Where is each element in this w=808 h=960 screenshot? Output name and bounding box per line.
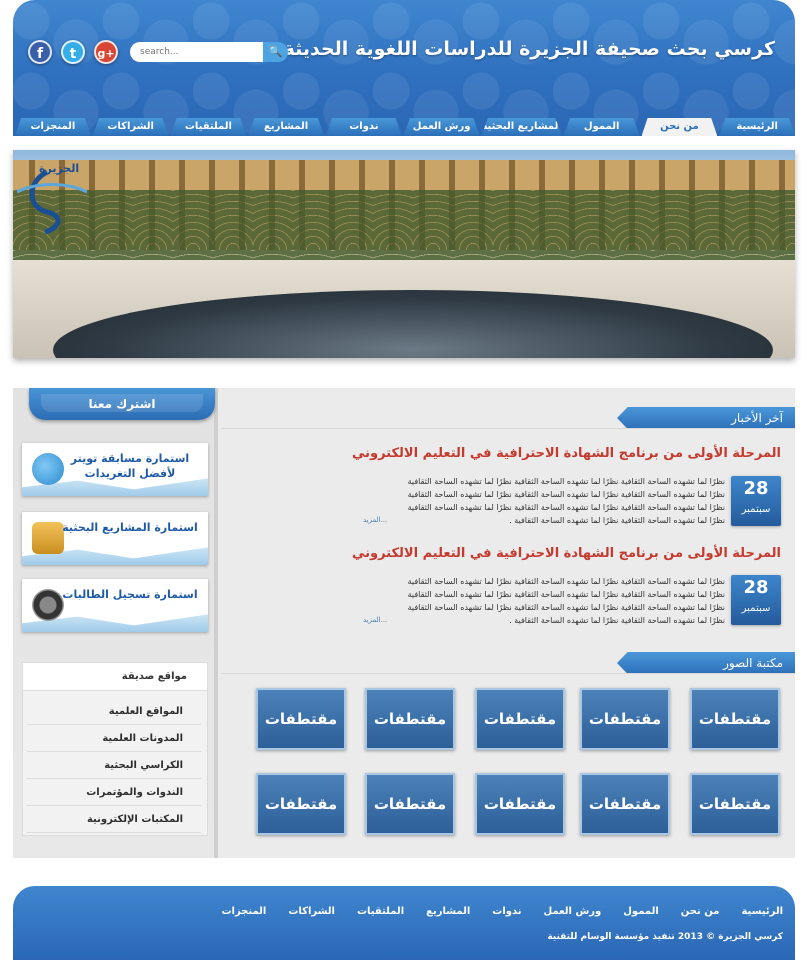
news-item-body: نظرًا لما تشهده الساحة الثقافية نظرًا لم… — [363, 575, 725, 627]
footer-link-forums[interactable]: الملتقيات — [357, 906, 404, 917]
nav-tab-projects[interactable]: المشاريع — [248, 118, 324, 136]
footer-link-sponsor[interactable]: الممول — [623, 906, 659, 917]
news-body-line: نظرًا لما تشهده الساحة الثقافية نظرًا لم… — [509, 616, 725, 625]
footer-link-home[interactable]: الرئيسية — [741, 906, 783, 917]
news-more-link[interactable]: المزيد... — [363, 516, 387, 524]
friend-link-e-libraries[interactable]: المكتبات الإلكترونية — [27, 807, 201, 833]
friend-sites-title: مواقع صديقة — [23, 663, 207, 691]
friend-link-scientific-blogs[interactable]: المدونات العلمية — [27, 726, 201, 752]
news-body-line: نظرًا لما تشهده الساحة الثقافية نظرًا لم… — [407, 490, 725, 499]
news-date-month: سبتمبر — [741, 504, 771, 515]
student-registration-form-banner[interactable]: استمارة تسجيل الطالبات — [22, 579, 208, 632]
news-body-line: نظرًا لما تشهده الساحة الثقافية نظرًا لم… — [407, 590, 725, 599]
promo-text: استمارة تسجيل الطالبات — [62, 588, 198, 601]
sidebar: اشترك معنا استمارة مسابقة تويتر لأفضل ال… — [13, 388, 218, 858]
news-body-line: نظرًا لما تشهده الساحة الثقافية نظرًا لم… — [407, 577, 725, 586]
banner-trees — [13, 190, 795, 270]
gallery-thumbnail[interactable]: مقتطفات — [690, 773, 780, 835]
friend-link-research-chairs[interactable]: الكراسي البحثية — [27, 753, 201, 779]
friend-link-seminars-conferences[interactable]: الندوات والمؤتمرات — [27, 780, 201, 806]
subscribe-label: اشترك معنا — [88, 397, 156, 411]
gallery-thumbnail[interactable]: مقتطفات — [256, 773, 346, 835]
nav-tab-partnerships[interactable]: الشراكات — [92, 118, 169, 136]
photo-gallery-heading: مكتبة الصور — [617, 652, 795, 674]
footer-link-workshops[interactable]: ورش العمل — [544, 906, 602, 917]
friend-sites-box: مواقع صديقة المواقع العلمية المدونات الع… — [22, 662, 208, 836]
news-date-badge: 28 سبتمبر — [731, 476, 781, 526]
news-date-badge: 28 سبتمبر — [731, 575, 781, 625]
copyright-text: كرسي الجزيرة © 2013 تنفيذ مؤسسة الوسام ل… — [547, 932, 783, 942]
footer-link-partnerships[interactable]: الشراكات — [288, 906, 335, 917]
news-date-month: سبتمبر — [741, 603, 771, 614]
google-plus-icon[interactable]: g+ — [94, 40, 118, 64]
twitter-icon[interactable]: t — [61, 40, 85, 64]
footer-link-about[interactable]: من نحن — [681, 906, 720, 917]
gallery-thumbnail[interactable]: مقتطفات — [256, 688, 346, 750]
twitter-contest-form-banner[interactable]: استمارة مسابقة تويتر لأفضل التغريدات — [22, 443, 208, 496]
research-projects-form-banner[interactable]: استمارة المشاريع البحثية — [22, 512, 208, 565]
nav-tab-home[interactable]: الرئيسية — [719, 118, 795, 136]
nav-tab-workshops[interactable]: ورش العمل — [403, 118, 480, 136]
site-header: كرسي بحث صحيفة الجزيرة للدراسات اللغوية … — [13, 0, 795, 136]
gallery-thumbnail[interactable]: مقتطفات — [365, 773, 455, 835]
banner-logo-text: الجزيرة — [39, 162, 80, 175]
gallery-thumbnail[interactable]: مقتطفات — [475, 773, 565, 835]
nav-tab-forums[interactable]: الملتقيات — [170, 118, 247, 136]
news-more-link[interactable]: المزيد... — [363, 616, 387, 624]
nav-tab-about[interactable]: من نحن — [641, 118, 718, 136]
news-date-day: 28 — [743, 577, 769, 598]
nav-tab-achievements[interactable]: المنجزات — [15, 118, 91, 136]
gallery-thumbnail[interactable]: مقتطفات — [690, 688, 780, 750]
nav-tab-sponsor[interactable]: الممول — [563, 118, 640, 136]
friend-link-scientific-sites[interactable]: المواقع العلمية — [27, 699, 201, 725]
search-icon: 🔍 — [268, 45, 283, 58]
footer-link-achievements[interactable]: المنجزات — [221, 906, 266, 917]
news-item-title[interactable]: المرحلة الأولى من برنامج الشهادة الاحترا… — [221, 446, 781, 461]
subscribe-button[interactable]: اشترك معنا — [29, 388, 215, 420]
facebook-icon[interactable]: f — [28, 40, 52, 64]
promo-text: استمارة مسابقة تويتر لأفضل التغريدات — [70, 452, 190, 480]
search-button[interactable]: 🔍 — [263, 42, 288, 62]
gallery-divider — [221, 673, 795, 674]
search-input[interactable] — [130, 42, 265, 62]
footer-link-projects[interactable]: المشاريع — [426, 906, 470, 917]
search-box: 🔍 — [130, 42, 288, 62]
news-body-line: نظرًا لما تشهده الساحة الثقافية نظرًا لم… — [407, 503, 725, 512]
gallery-thumbnail[interactable]: مقتطفات — [580, 688, 670, 750]
gallery-thumbnail[interactable]: مقتطفات — [475, 688, 565, 750]
nav-tab-research-projects[interactable]: المشاريع البحثية — [481, 118, 562, 136]
news-date-day: 28 — [743, 478, 769, 499]
news-body-line: نظرًا لما تشهده الساحة الثقافية نظرًا لم… — [407, 477, 725, 486]
hero-banner: الجزيرة — [13, 150, 795, 358]
promo-text: استمارة المشاريع البحثية — [62, 521, 198, 534]
gallery-thumbnail[interactable]: مقتطفات — [365, 688, 455, 750]
main-nav: الرئيسية من نحن الممول المشاريع البحثية … — [13, 118, 795, 136]
news-item-body: نظرًا لما تشهده الساحة الثقافية نظرًا لم… — [363, 475, 725, 527]
nav-tab-seminars[interactable]: ندوات — [325, 118, 402, 136]
latest-news-heading: آخر الأخبار — [617, 407, 795, 429]
header-pattern — [13, 0, 795, 136]
news-body-line: نظرًا لما تشهده الساحة الثقافية نظرًا لم… — [509, 516, 725, 525]
site-footer: الرئيسية من نحن الممول ورش العمل ندوات ا… — [13, 886, 795, 960]
gallery-thumbnail[interactable]: مقتطفات — [580, 773, 670, 835]
news-item-title[interactable]: المرحلة الأولى من برنامج الشهادة الاحترا… — [221, 546, 781, 561]
site-title[interactable]: كرسي بحث صحيفة الجزيرة للدراسات اللغوية … — [284, 38, 775, 60]
news-body-line: نظرًا لما تشهده الساحة الثقافية نظرًا لم… — [407, 603, 725, 612]
footer-nav: الرئيسية من نحن الممول ورش العمل ندوات ا… — [199, 906, 783, 917]
main-content: اشترك معنا استمارة مسابقة تويتر لأفضل ال… — [13, 388, 795, 858]
footer-link-seminars[interactable]: ندوات — [492, 906, 521, 917]
news-divider — [221, 428, 795, 429]
